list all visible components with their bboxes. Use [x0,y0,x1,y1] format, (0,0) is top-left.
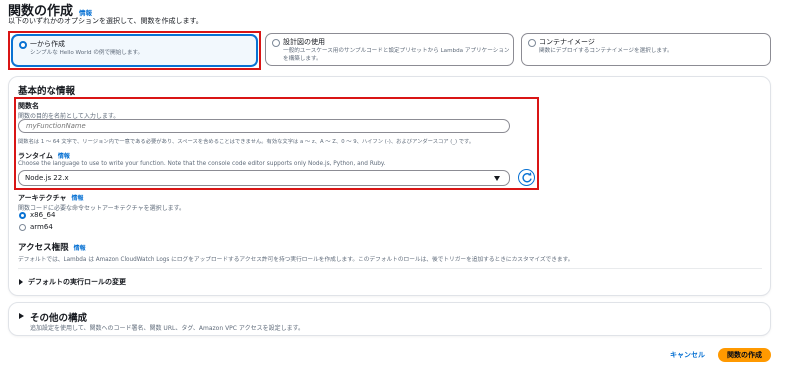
function-name-constraint: 関数名は 1 ～ 64 文字で、リージョン内で一意である必要があり、スペースを含… [18,139,475,145]
caret-right-icon[interactable] [19,313,24,319]
function-name-label: 関数名 [18,102,39,110]
function-name-input[interactable] [18,119,510,133]
runtime-info-link[interactable]: 情報 [58,153,70,160]
option-description-line: を構築します。 [283,56,322,62]
permissions-label-text: アクセス権限 [18,243,69,253]
option-description: 関数にデプロイするコンテナイメージを選択します。 [539,48,673,54]
architecture-radio-arm64[interactable] [19,224,26,231]
default-role-expander-label: デフォルトの実行ロールの変更 [28,278,126,286]
permissions-info-link[interactable]: 情報 [74,245,86,252]
architecture-label-text: アーキテクチャ [18,194,67,202]
runtime-select[interactable]: Node.js 22.x [18,170,510,186]
permissions-description: デフォルトでは、Lambda は Amazon CloudWatch Logs … [18,257,574,263]
page-description: 以下のいずれかのオプションを選択して、関数を作成します。 [8,17,203,25]
default-role-expander[interactable]: デフォルトの実行ロールの変更 [18,277,318,289]
option-container-image[interactable]: コンテナイメージ 関数にデプロイするコンテナイメージを選択します。 [521,33,771,66]
architecture-radio-x86[interactable] [19,212,26,219]
architecture-info-link[interactable]: 情報 [72,195,84,202]
create-function-button[interactable]: 関数の作成 [718,348,771,362]
runtime-label-text: ランタイム [18,152,53,160]
runtime-description: Choose the language to use to write your… [18,161,386,167]
option-radio[interactable] [272,39,280,47]
option-title: 一から作成 [30,40,65,48]
caret-down-icon [494,176,500,181]
architecture-label: アーキテクチャ 情報 [18,193,84,203]
runtime-label: ランタイム 情報 [18,151,70,161]
option-radio-selected[interactable] [19,41,27,49]
runtime-refresh-button[interactable] [518,169,535,186]
cancel-button[interactable]: キャンセル [670,350,705,360]
other-config-title[interactable]: その他の構成 [30,310,87,324]
architecture-option-x86[interactable]: x86_64 [30,211,55,219]
refresh-icon [521,172,532,182]
option-use-blueprint[interactable]: 設計図の使用 一般的ユースケース用のサンプルコードと設定プリセットから Lamb… [265,33,514,66]
architecture-option-arm64[interactable]: arm64 [30,223,53,231]
runtime-select-value: Node.js 22.x [25,174,69,182]
panel-divider [18,268,762,269]
permissions-label: アクセス権限 情報 [18,241,86,253]
option-radio[interactable] [528,39,536,47]
option-title: コンテナイメージ [539,38,595,46]
option-description: シンプルな Hello World の例で開始します。 [30,50,144,56]
option-description-line: 一般的ユースケース用のサンプルコードと設定プリセットから Lambda アプリケ… [283,48,510,54]
caret-right-icon [19,279,23,285]
basic-info-title: 基本的な情報 [18,86,76,97]
option-author-from-scratch[interactable]: 一から作成 シンプルな Hello World の例で開始します。 [11,34,258,67]
option-description: 一般的ユースケース用のサンプルコードと設定プリセットから Lambda アプリケ… [283,47,510,63]
option-title: 設計図の使用 [283,38,325,46]
other-config-description: 追加設定を使用して、関数へのコード署名、関数 URL、タグ、Amazon VPC… [30,325,304,332]
